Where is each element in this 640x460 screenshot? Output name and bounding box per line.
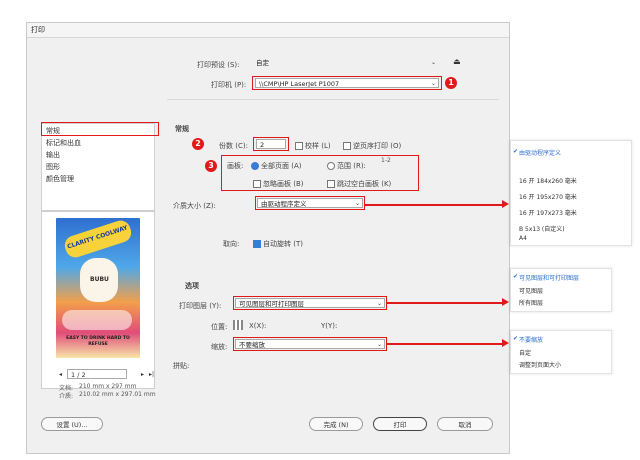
reverse-checkbox-box[interactable] [343, 142, 351, 150]
media-option[interactable]: 由驱动程序定义 [519, 148, 561, 157]
step-badge-3: 3 [205, 160, 217, 172]
copies-label: 份数 (C): [219, 142, 248, 150]
checkmark-icon: ✔ [513, 335, 519, 342]
done-button[interactable]: 完成 (N) [309, 417, 363, 431]
scaling-label: 缩放: [211, 343, 228, 351]
arrow-head-icon [502, 298, 509, 306]
auto-rotate-label: 自动旋转 (T) [263, 240, 303, 248]
reverse-order-checkbox[interactable]: 逆页序打印 (O) [343, 141, 401, 151]
preview-poster-image: CLARITY COOLWAY BUBU EASY TO DRINK HARD … [56, 218, 140, 358]
options-section-title: 选项 [185, 282, 199, 290]
print-preview: CLARITY COOLWAY BUBU EASY TO DRINK HARD … [41, 211, 155, 389]
position-label: 位置: [211, 323, 228, 331]
sidebar-item-marks-bleed[interactable]: 标记和出血 [46, 138, 81, 148]
artboards-label: 画板: [227, 162, 244, 170]
doc-size-value: 210 mm x 297 mm [79, 383, 137, 390]
layers-option[interactable]: 可见图层 [519, 286, 543, 295]
sidebar-item-output[interactable]: 输出 [46, 150, 60, 160]
ignore-checkbox-box[interactable] [253, 180, 261, 188]
poster-cloud [62, 310, 132, 330]
scaling-option[interactable]: 自定 [519, 348, 531, 357]
preset-select[interactable]: 自定 ⌄ [253, 58, 438, 68]
reverse-label: 逆页序打印 (O) [353, 142, 402, 150]
print-button[interactable]: 打印 [373, 417, 427, 431]
chevron-down-icon: ⌄ [430, 59, 436, 66]
checkmark-icon: ✔ [513, 273, 519, 280]
media-option[interactable]: 16 开 184x260 毫米 [519, 176, 577, 185]
layers-option[interactable]: 可见图层和可打印图层 [519, 273, 579, 282]
general-section-title: 常规 [175, 125, 189, 133]
orientation-label: 取向: [223, 240, 240, 248]
skip-blank-checkbox[interactable]: 跳过空白画板 (K) [327, 179, 391, 189]
x-label: X(X): [249, 322, 267, 330]
checkmark-icon: ✔ [513, 148, 519, 155]
scaling-option[interactable]: 不要缩放 [519, 335, 543, 344]
poster-brand: BUBU [90, 276, 109, 283]
window-title: 打印 [31, 26, 45, 34]
media-option[interactable]: B 5x13 (自定义) [519, 224, 565, 233]
preset-label: 打印预设 (S): [197, 61, 240, 69]
y-label: Y(Y): [321, 322, 338, 330]
highlight-printer [252, 76, 442, 90]
step-badge-1: 1 [445, 77, 457, 89]
arrow-to-media-list [364, 204, 506, 206]
arrow-head-icon [502, 200, 509, 208]
first-page-icon[interactable]: ◂ [59, 371, 62, 378]
media-option[interactable]: 16 开 197x273 毫米 [519, 208, 577, 217]
arrow-to-layers-list [386, 302, 506, 304]
poster-caption: EASY TO DRINK HARD TO REFUSE [66, 336, 130, 347]
skip-blank-checkbox-box[interactable] [327, 180, 335, 188]
next-page-icon[interactable]: ▸ [141, 371, 144, 378]
print-layers-dropdown-list: ✔ 可见图层和可打印图层 可见图层 所有图层 [510, 268, 612, 312]
printer-label: 打印机 (P): [211, 81, 247, 89]
save-preset-icon[interactable]: ⏏ [453, 57, 461, 66]
media-option[interactable]: 16 开 195x270 毫米 [519, 192, 577, 201]
highlight-media-size [255, 196, 365, 210]
print-layers-label: 打印图层 (Y): [179, 302, 222, 310]
cancel-button[interactable]: 取消 [437, 417, 493, 431]
highlight-copies [253, 137, 289, 151]
scaling-option[interactable]: 调整到页面大小 [519, 360, 561, 369]
preset-value: 自定 [256, 59, 269, 67]
collate-checkbox-box[interactable] [295, 142, 303, 150]
setup-button[interactable]: 设置 (U)... [41, 417, 103, 431]
arrow-to-scaling-list [386, 343, 506, 345]
sidebar-item-graphics[interactable]: 图形 [46, 162, 60, 172]
all-pages-label: 全部页面 (A) [261, 162, 302, 170]
tiling-label: 拼贴: [173, 362, 190, 370]
layers-option[interactable]: 所有图层 [519, 298, 543, 307]
media-size-value: 210.02 mm x 297.01 mm [79, 391, 156, 398]
step-badge-2: 2 [192, 138, 204, 150]
arrow-head-icon [502, 339, 509, 347]
media-option[interactable]: A4 [519, 235, 527, 242]
range-input[interactable]: 1-2 [381, 157, 391, 164]
divider [167, 99, 499, 100]
media-size-label: 介质: [59, 393, 74, 400]
collate-label: 校样 (L) [305, 142, 331, 150]
scaling-dropdown-list: ✔ 不要缩放 自定 调整到页面大小 [510, 330, 612, 374]
range-label: 范围 (R): [337, 162, 366, 170]
auto-rotate-checkbox[interactable]: 自动旋转 (T) [253, 239, 303, 249]
last-page-icon[interactable]: ▸| [149, 371, 154, 378]
page-number-input[interactable]: 1 / 2 [67, 369, 127, 379]
media-size-dropdown-list: ✔ 由驱动程序定义 16 开 184x260 毫米 16 开 195x270 毫… [510, 140, 632, 246]
all-pages-radio-dot[interactable] [251, 162, 259, 170]
range-radio-dot[interactable] [327, 162, 335, 170]
title-bar: 打印 [27, 23, 509, 38]
ignore-artboards-label: 忽略画板 (B) [263, 180, 304, 188]
category-list: 常规 标记和出血 输出 图形 颜色管理 [41, 123, 155, 211]
skip-blank-label: 跳过空白画板 (K) [337, 180, 392, 188]
position-grid-icon[interactable] [233, 320, 243, 330]
all-pages-radio[interactable]: 全部页面 (A) [251, 161, 301, 171]
auto-rotate-checkbox-box[interactable] [253, 240, 261, 248]
highlight-general [41, 122, 159, 136]
highlight-print-layers [233, 296, 387, 310]
print-dialog: 打印 打印预设 (S): 自定 ⌄ ⏏ 打印机 (P): \\CMP\HP La… [26, 22, 510, 454]
media-size-field-label: 介质大小 (Z): [173, 202, 216, 210]
highlight-scaling [233, 337, 387, 351]
sidebar-item-color-management[interactable]: 颜色管理 [46, 174, 74, 184]
collate-checkbox[interactable]: 校样 (L) [295, 141, 331, 151]
range-radio[interactable]: 范围 (R): [327, 161, 366, 171]
ignore-artboards-checkbox[interactable]: 忽略画板 (B) [253, 179, 304, 189]
